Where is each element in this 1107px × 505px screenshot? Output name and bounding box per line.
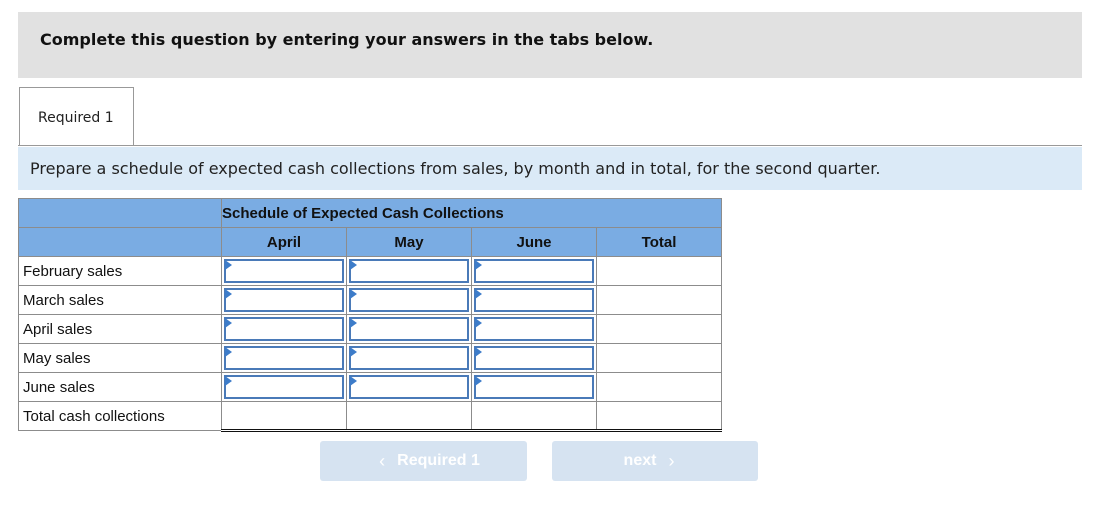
input-marker-icon <box>350 289 357 299</box>
input-marker-icon <box>475 376 482 386</box>
input-marker-icon <box>225 347 232 357</box>
march-april-input[interactable] <box>224 288 344 312</box>
table-row: June sales <box>18 372 722 402</box>
column-header-april: April <box>221 227 347 257</box>
question-prompt: Prepare a schedule of expected cash coll… <box>18 147 1082 190</box>
input-marker-icon <box>225 289 232 299</box>
input-cell <box>471 285 597 315</box>
instructions-banner: Complete this question by entering your … <box>18 12 1082 78</box>
table-row: May sales <box>18 343 722 373</box>
row-label: May sales <box>18 343 222 373</box>
may-april-input[interactable] <box>224 346 344 370</box>
april-april-input[interactable] <box>224 317 344 341</box>
next-button[interactable]: next › <box>552 441 758 481</box>
input-cell <box>221 372 347 402</box>
column-header-june: June <box>471 227 597 257</box>
banner-text: Complete this question by entering your … <box>40 30 654 49</box>
column-header-may: May <box>346 227 472 257</box>
input-cell <box>471 256 597 286</box>
schedule-title-text: Schedule of Expected Cash Collections <box>222 204 504 222</box>
tab-required-1[interactable]: Required 1 <box>19 87 134 146</box>
table-row: April sales <box>18 314 722 344</box>
march-total <box>596 285 722 315</box>
february-june-input[interactable] <box>474 259 594 283</box>
input-marker-icon <box>475 318 482 328</box>
column-header-blank <box>18 227 222 257</box>
input-cell <box>471 372 597 402</box>
input-marker-icon <box>475 260 482 270</box>
june-total <box>596 372 722 402</box>
may-total <box>596 343 722 373</box>
total-may <box>346 401 472 432</box>
june-april-input[interactable] <box>224 375 344 399</box>
input-cell <box>346 285 472 315</box>
input-marker-icon <box>225 318 232 328</box>
february-april-input[interactable] <box>224 259 344 283</box>
february-total <box>596 256 722 286</box>
april-total <box>596 314 722 344</box>
prompt-text: Prepare a schedule of expected cash coll… <box>30 159 881 178</box>
input-cell <box>471 343 597 373</box>
input-marker-icon <box>350 318 357 328</box>
input-marker-icon <box>350 260 357 270</box>
previous-button[interactable]: ‹ Required 1 <box>320 441 527 481</box>
input-cell <box>346 314 472 344</box>
row-label: March sales <box>18 285 222 315</box>
total-june <box>471 401 597 432</box>
input-cell <box>346 343 472 373</box>
table-row: February sales <box>18 256 722 286</box>
input-marker-icon <box>225 260 232 270</box>
may-may-input[interactable] <box>349 346 469 370</box>
input-marker-icon <box>350 376 357 386</box>
chevron-left-icon: ‹ <box>379 450 386 471</box>
input-marker-icon <box>225 376 232 386</box>
schedule-title: Schedule of Expected Cash Collections <box>221 198 722 228</box>
tab-divider <box>18 145 1082 146</box>
input-marker-icon <box>350 347 357 357</box>
total-row: Total cash collections <box>18 401 722 432</box>
input-marker-icon <box>475 289 482 299</box>
march-may-input[interactable] <box>349 288 469 312</box>
total-april <box>221 401 347 432</box>
previous-button-label: Required 1 <box>397 452 480 469</box>
march-june-input[interactable] <box>474 288 594 312</box>
column-header-total: Total <box>596 227 722 257</box>
may-june-input[interactable] <box>474 346 594 370</box>
row-label: April sales <box>18 314 222 344</box>
input-cell <box>221 343 347 373</box>
input-marker-icon <box>475 347 482 357</box>
row-label: June sales <box>18 372 222 402</box>
input-cell <box>221 285 347 315</box>
input-cell <box>471 314 597 344</box>
table-row: March sales <box>18 285 722 315</box>
next-button-label: next <box>623 452 657 469</box>
june-june-input[interactable] <box>474 375 594 399</box>
april-june-input[interactable] <box>474 317 594 341</box>
input-cell <box>221 314 347 344</box>
chevron-right-icon: › <box>668 450 675 471</box>
input-cell <box>221 256 347 286</box>
total-row-label: Total cash collections <box>18 401 222 431</box>
input-cell <box>346 256 472 286</box>
row-label: February sales <box>18 256 222 286</box>
total-grand <box>596 401 722 432</box>
tab-label: Required 1 <box>38 110 114 126</box>
february-may-input[interactable] <box>349 259 469 283</box>
april-may-input[interactable] <box>349 317 469 341</box>
input-cell <box>346 372 472 402</box>
cash-collections-schedule: Schedule of Expected Cash Collections Ap… <box>18 198 722 432</box>
header-blank <box>18 198 222 228</box>
june-may-input[interactable] <box>349 375 469 399</box>
